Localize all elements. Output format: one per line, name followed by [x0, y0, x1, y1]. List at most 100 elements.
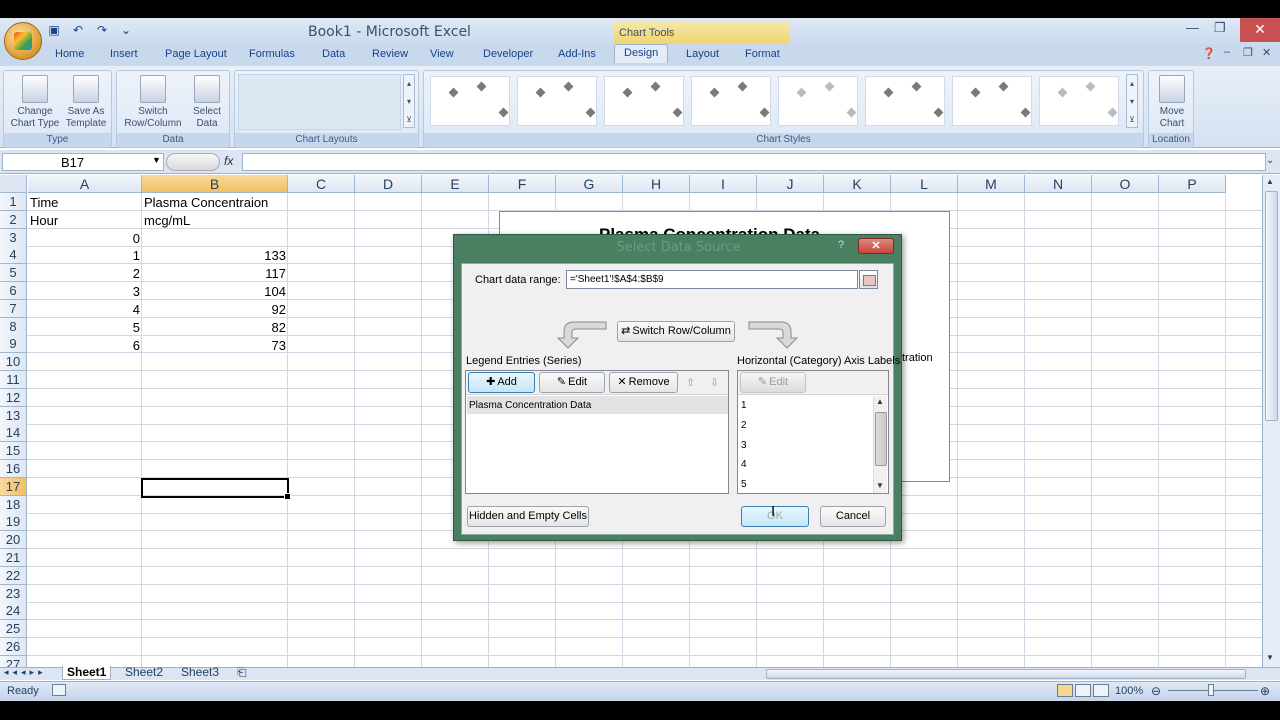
sheet-tab-sheet1[interactable]: Sheet1 — [62, 666, 112, 680]
row-header[interactable]: 4 — [0, 246, 27, 265]
restore-icon[interactable]: ❐ — [1214, 20, 1226, 36]
chart-style-5[interactable] — [778, 76, 858, 126]
minimize-icon[interactable]: — — [1186, 20, 1199, 35]
row-header[interactable]: 7 — [0, 299, 27, 318]
move-up-icon[interactable]: ⇧ — [686, 376, 695, 389]
cancel-button[interactable]: Cancel — [820, 506, 886, 527]
column-header[interactable]: P — [1159, 175, 1226, 193]
active-cell-B17[interactable] — [141, 478, 291, 500]
cell-B4[interactable]: 133 — [142, 247, 286, 265]
column-header[interactable]: M — [958, 175, 1025, 193]
sheet-tab-sheet3[interactable]: Sheet3 — [177, 666, 223, 680]
zoom-level[interactable]: 100% — [1115, 685, 1143, 697]
scroll-down-icon[interactable]: ▼ — [1266, 653, 1274, 662]
layouts-scroll-icon[interactable]: ▴ ▾ ⊻ — [403, 74, 415, 128]
column-header[interactable]: D — [355, 175, 422, 193]
scroll-up-icon[interactable]: ▲ — [1266, 177, 1274, 186]
row-header[interactable]: 9 — [0, 335, 27, 354]
window-close-icon[interactable]: ✕ — [1240, 18, 1280, 42]
chart-data-range-input[interactable]: ='Sheet1'!$A$4:$B$9 — [566, 270, 858, 289]
row-header[interactable]: 17 — [0, 477, 27, 496]
axis-label-item[interactable]: 1 — [741, 400, 747, 411]
row-header[interactable]: 23 — [0, 584, 27, 603]
macro-record-icon[interactable] — [52, 684, 66, 696]
tab-page-layout[interactable]: Page Layout — [165, 48, 227, 60]
column-header[interactable]: J — [757, 175, 824, 193]
cell-A4[interactable]: 1 — [28, 247, 140, 265]
name-box-dropdown-icon[interactable]: ▼ — [152, 155, 161, 165]
ribbon-minimize-icon[interactable]: – — [1224, 46, 1230, 58]
row-header[interactable]: 22 — [0, 566, 27, 585]
chart-style-8[interactable] — [1039, 76, 1119, 126]
cell-B2[interactable]: mcg/mL — [144, 212, 190, 230]
cell-A1[interactable]: Time — [30, 194, 58, 212]
cell-A2[interactable]: Hour — [30, 212, 58, 230]
column-header[interactable]: E — [422, 175, 489, 193]
column-header[interactable]: A — [28, 175, 142, 193]
axis-label-item[interactable]: 4 — [741, 459, 747, 470]
zoom-out-icon[interactable]: ⊖ — [1151, 684, 1161, 698]
insert-sheet-icon[interactable]: ⎗ — [233, 666, 251, 680]
chart-style-3[interactable] — [604, 76, 684, 126]
column-header[interactable]: K — [824, 175, 891, 193]
tab-formulas[interactable]: Formulas — [249, 48, 295, 60]
dialog-close-icon[interactable]: ✕ — [858, 238, 894, 254]
column-header[interactable]: G — [556, 175, 623, 193]
cell-A9[interactable]: 6 — [28, 337, 140, 355]
hidden-empty-cells-button[interactable]: Hidden and Empty Cells — [467, 506, 589, 527]
row-header[interactable]: 15 — [0, 442, 27, 461]
office-button[interactable] — [4, 22, 42, 60]
select-data-button[interactable]: Select Data — [187, 75, 227, 130]
sheet-vertical-scrollbar[interactable]: ▲ ▼ — [1262, 175, 1280, 667]
chart-style-2[interactable] — [517, 76, 597, 126]
zoom-slider-thumb[interactable] — [1208, 684, 1214, 696]
ribbon-restore-icon[interactable]: ❐ — [1243, 46, 1253, 59]
help-icon[interactable]: ❓ — [1202, 47, 1216, 60]
tab-layout[interactable]: Layout — [686, 48, 719, 60]
undo-icon[interactable]: ↶ — [70, 22, 86, 38]
tab-review[interactable]: Review — [372, 48, 408, 60]
row-header[interactable]: 2 — [0, 210, 27, 229]
row-header[interactable]: 14 — [0, 424, 27, 443]
row-header[interactable]: 20 — [0, 531, 27, 550]
row-header[interactable]: 25 — [0, 620, 27, 639]
scroll-thumb[interactable] — [1265, 191, 1278, 421]
tab-add-ins[interactable]: Add-Ins — [558, 48, 596, 60]
row-header[interactable]: 6 — [0, 282, 27, 300]
select-all-corner[interactable] — [0, 175, 27, 193]
edit-axis-labels-button[interactable]: ✎ Edit — [740, 372, 806, 393]
axis-label-item[interactable]: 3 — [741, 440, 747, 451]
cell-B5[interactable]: 117 — [142, 265, 286, 283]
cell-A6[interactable]: 3 — [28, 283, 140, 301]
chart-layouts-gallery[interactable] — [238, 74, 401, 130]
row-header[interactable]: 8 — [0, 317, 27, 336]
scroll-down-icon[interactable]: ▼ — [876, 481, 884, 490]
chart-legend[interactable]: tration — [902, 352, 933, 364]
chart-style-7[interactable] — [952, 76, 1032, 126]
dialog-help-icon[interactable]: ? — [838, 239, 844, 251]
add-series-button[interactable]: ✚ Add — [468, 372, 535, 393]
tab-home[interactable]: Home — [55, 48, 84, 60]
switch-row-column-button[interactable]: ⇄ Switch Row/Column — [617, 321, 735, 342]
collapse-dialog-icon[interactable] — [859, 270, 878, 289]
formula-input[interactable] — [242, 153, 1266, 171]
column-header[interactable]: H — [623, 175, 690, 193]
save-as-template-button[interactable]: Save As Template — [62, 75, 110, 130]
cell-B6[interactable]: 104 — [142, 283, 286, 301]
cell-A3[interactable]: 0 — [28, 230, 140, 248]
column-header[interactable]: I — [690, 175, 757, 193]
column-header[interactable]: C — [288, 175, 355, 193]
remove-series-button[interactable]: ✕ Remove — [609, 372, 678, 393]
save-icon[interactable]: ▣ — [46, 22, 62, 38]
chart-style-1[interactable] — [430, 76, 510, 126]
customize-qat-icon[interactable]: ⌄ — [118, 22, 134, 38]
scroll-thumb[interactable] — [875, 412, 887, 466]
tab-design[interactable]: Design — [614, 44, 669, 63]
tab-developer[interactable]: Developer — [483, 48, 533, 60]
redo-icon[interactable]: ↷ — [94, 22, 110, 38]
cell-B9[interactable]: 73 — [142, 337, 286, 355]
axis-labels-scrollbar[interactable]: ▲ ▼ — [873, 396, 887, 493]
column-header[interactable]: B — [142, 175, 288, 193]
row-header[interactable]: 16 — [0, 460, 27, 478]
column-header[interactable]: F — [489, 175, 556, 193]
